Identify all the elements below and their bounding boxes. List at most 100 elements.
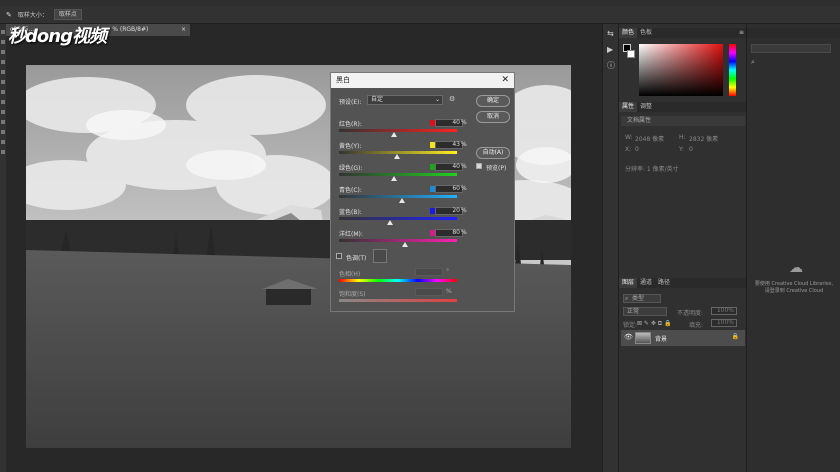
move-tool-icon[interactable] — [1, 30, 5, 34]
eyedropper-icon[interactable]: ✎ — [6, 11, 12, 19]
fill-field[interactable]: 100% — [711, 319, 737, 327]
hue-label: 色相(H) — [339, 271, 361, 278]
preset-select[interactable]: 自定 ⌄ — [367, 95, 443, 105]
layer-name: 背景 — [655, 336, 668, 343]
lock-icon: 🔒 — [731, 333, 739, 340]
channel-slider-track[interactable] — [339, 239, 457, 242]
tab-properties[interactable]: 属性 — [619, 102, 638, 112]
preset-label: 预设(E): — [339, 99, 362, 106]
channel-value-field[interactable]: 40 — [435, 119, 463, 127]
channel-value-field[interactable]: 60 — [435, 185, 463, 193]
channel-slider-thumb[interactable] — [386, 220, 393, 225]
y-label: Y: — [679, 146, 684, 153]
channel-pct: % — [461, 141, 467, 148]
eye-icon[interactable]: 👁 — [624, 333, 633, 341]
right-panels: 颜色 色板 ≡ 属性 调整 文档属性 W: 2048 像素 H: 2832 像素… — [618, 24, 747, 472]
background-swatch[interactable] — [627, 50, 635, 58]
hand-tool-icon[interactable] — [1, 140, 5, 144]
tab-adjustments[interactable]: 调整 — [637, 102, 655, 112]
type-tool-icon[interactable] — [1, 130, 5, 134]
options-bar: ✎ 取样大小： 取样点 — [0, 6, 840, 24]
info-icon[interactable]: ⓘ — [607, 62, 615, 70]
sample-size-select[interactable]: 取样点 — [53, 9, 82, 20]
layer-kind-value: 类型 — [632, 295, 645, 302]
close-icon[interactable]: ✕ — [501, 73, 509, 88]
channel-slider-track[interactable] — [339, 173, 457, 176]
width-value: 2048 像素 — [635, 136, 665, 143]
crop-tool-icon[interactable] — [1, 60, 5, 64]
marquee-tool-icon[interactable] — [1, 40, 5, 44]
tab-color[interactable]: 颜色 — [619, 28, 638, 38]
eraser-tool-icon[interactable] — [1, 100, 5, 104]
channel-value-field[interactable]: 40 — [435, 163, 463, 171]
library-search-icon[interactable]: ⌕ — [751, 58, 755, 67]
channel-label: 洋红(M): — [339, 231, 363, 238]
tint-checkbox[interactable] — [336, 253, 342, 259]
lock-pixels-icon[interactable]: ⊠ ✎ ✥ ⧉ 🔒 — [637, 320, 671, 328]
height-label: H: — [679, 134, 686, 141]
tab-layers[interactable]: 图层 — [619, 278, 638, 288]
channel-slider-track[interactable] — [339, 129, 457, 132]
gradient-tool-icon[interactable] — [1, 110, 5, 114]
layer-row-background[interactable]: 👁 背景 🔒 — [621, 330, 745, 346]
height-value: 2832 像素 — [689, 136, 719, 143]
sample-size-label: 取样大小： — [17, 12, 48, 19]
gear-icon[interactable]: ⚙ — [449, 95, 455, 103]
eyedropper-tool-icon[interactable] — [1, 70, 5, 74]
pen-tool-icon[interactable] — [1, 120, 5, 124]
document-mode: % (RGB/8#) — [112, 26, 149, 33]
saturation-field[interactable] — [415, 288, 443, 296]
tab-paths[interactable]: 路径 — [655, 278, 673, 288]
channel-label: 蓝色(B): — [339, 209, 362, 216]
channel-slider-thumb[interactable] — [391, 132, 398, 137]
opacity-field[interactable]: 100% — [711, 307, 737, 315]
opacity-label: 不透明度: — [677, 310, 704, 317]
libraries-select[interactable] — [751, 44, 831, 53]
layer-kind-filter[interactable]: ⌕ 类型 — [623, 294, 661, 303]
auto-button[interactable]: 自动(A) — [476, 147, 510, 159]
channel-value-field[interactable]: 80 — [435, 229, 463, 237]
lasso-tool-icon[interactable] — [1, 50, 5, 54]
hue-field[interactable] — [415, 268, 443, 276]
channel-slider-thumb[interactable] — [398, 198, 405, 203]
tint-color-swatch[interactable] — [373, 249, 387, 263]
color-panel-tabs: 颜色 色板 ≡ — [619, 28, 747, 38]
channel-slider-thumb[interactable] — [402, 242, 409, 247]
x-label: X: — [625, 146, 632, 153]
blend-mode-select[interactable]: 正常 — [623, 307, 667, 316]
saturation-slider[interactable] — [339, 299, 457, 302]
saturation-label: 饱和度(S) — [339, 291, 366, 298]
search-icon: ⌕ — [625, 295, 629, 302]
libraries-message-line2: 请登录到 Creative Cloud — [764, 288, 824, 294]
zoom-tool-icon[interactable] — [1, 150, 5, 154]
close-tab-icon[interactable]: × — [181, 24, 186, 36]
dialog-title-bar[interactable]: 黑白 — [331, 73, 514, 88]
channel-value-field[interactable]: 43 — [435, 141, 463, 149]
channel-value-field[interactable]: 20 — [435, 207, 463, 215]
preview-label: 预览(P) — [486, 165, 507, 172]
layers-panel-tabs: 图层 通道 路径 — [619, 278, 747, 288]
hue-spectrum-bar[interactable] — [729, 44, 736, 96]
stamp-tool-icon[interactable] — [1, 90, 5, 94]
libraries-message-line1: 要使用 Creative Cloud Libraries, — [754, 281, 834, 287]
channel-slider-track[interactable] — [339, 217, 457, 220]
resolution-text: 分辨率: 1 像素/英寸 — [625, 166, 679, 173]
history-icon[interactable]: ⇆ — [607, 30, 615, 38]
saturation-pct: % — [446, 288, 452, 295]
cancel-button[interactable]: 取消 — [476, 111, 510, 123]
panel-menu-icon[interactable]: ≡ — [739, 28, 744, 38]
channel-label: 红色(R): — [339, 121, 362, 128]
preview-checkbox[interactable] — [476, 163, 482, 169]
hue-slider[interactable] — [339, 279, 457, 282]
channel-slider-thumb[interactable] — [391, 176, 398, 181]
tab-channels[interactable]: 通道 — [637, 278, 655, 288]
color-picker-field[interactable] — [639, 44, 723, 96]
ok-button[interactable]: 确定 — [476, 95, 510, 107]
actions-icon[interactable]: ▶ — [607, 46, 615, 54]
libraries-header — [747, 28, 840, 38]
hue-unit: ° — [446, 268, 449, 275]
tint-label: 色调(T) — [346, 255, 367, 262]
channel-slider-thumb[interactable] — [393, 154, 400, 159]
brush-tool-icon[interactable] — [1, 80, 5, 84]
tab-swatches[interactable]: 色板 — [637, 28, 655, 38]
